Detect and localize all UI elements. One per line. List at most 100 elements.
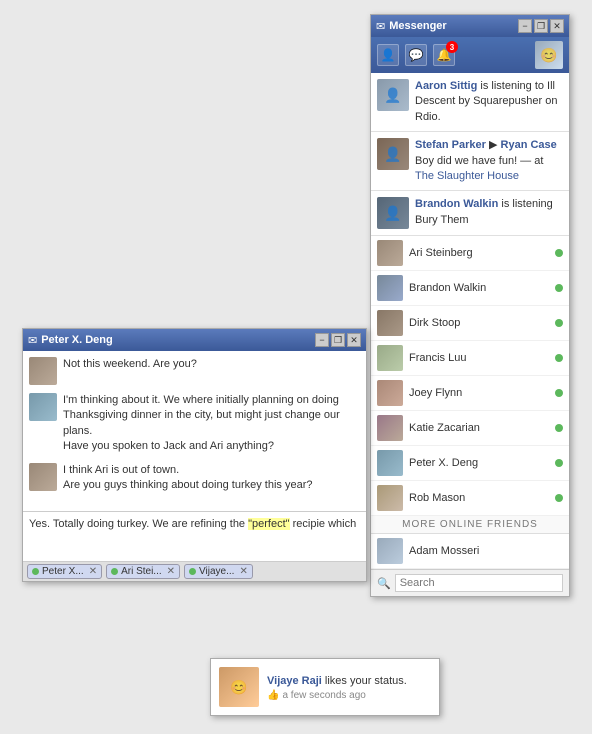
chat-avatar-1 <box>29 357 57 385</box>
chat-titlebar: ✉ Peter X. Deng − ❐ ✕ <box>23 329 366 351</box>
chat-restore-button[interactable]: ❐ <box>331 333 345 347</box>
friend-item-brandon-walkin[interactable]: Brandon Walkin <box>371 271 569 306</box>
notification-time: 👍 a few seconds ago <box>267 690 407 701</box>
notification-content: Vijaye Raji likes your status. 👍 a few s… <box>267 673 407 701</box>
notification-popup[interactable]: 😊 Vijaye Raji likes your status. 👍 a few… <box>210 658 440 716</box>
messenger-titlebar-controls: − ❐ ✕ <box>518 19 564 33</box>
dirk-name: Dirk Stoop <box>409 317 549 329</box>
ryan-name: Ryan Case <box>501 139 557 151</box>
chat-avatar-2 <box>29 393 57 421</box>
ari-tab-label: Ari Stei... <box>121 566 162 577</box>
chat-title-left: ✉ Peter X. Deng <box>28 334 113 347</box>
brandon-name: Brandon Walkin <box>415 198 498 210</box>
notification-icon-button[interactable]: 🔔 3 <box>433 44 455 66</box>
friend-item-joey[interactable]: Joey Flynn <box>371 376 569 411</box>
feed-item-aaron[interactable]: 👤 Aaron Sittig is listening to Ill Desce… <box>371 73 569 132</box>
notification-avatar: 😊 <box>219 667 259 707</box>
chat-message-3: I think Ari is out of town. Are you guys… <box>29 463 360 494</box>
chat-bubble-3: I think Ari is out of town. Are you guys… <box>63 463 312 494</box>
messenger-search-bar: 🔍 <box>371 569 569 596</box>
brandon-walkin-name: Brandon Walkin <box>409 282 549 294</box>
friend-item-ari[interactable]: Ari Steinberg <box>371 236 569 271</box>
chat-messages: Not this weekend. Are you? I'm thinking … <box>23 351 366 511</box>
ari-avatar <box>377 240 403 266</box>
joey-name: Joey Flynn <box>409 387 549 399</box>
dirk-avatar <box>377 310 403 336</box>
messenger-titlebar: ✉ Messenger − ❐ ✕ <box>371 15 569 37</box>
messenger-restore-button[interactable]: ❐ <box>534 19 548 33</box>
chat-tab-vijaye[interactable]: Vijaye... ✕ <box>184 564 253 579</box>
peter-tab-close[interactable]: ✕ <box>89 566 97 577</box>
aaron-feed-text: Aaron Sittig is listening to Ill Descent… <box>415 79 563 125</box>
messenger-minimize-button[interactable]: − <box>518 19 532 33</box>
stefan-face: 👤 <box>377 138 409 170</box>
rob-avatar <box>377 485 403 511</box>
vijaye-tab-close[interactable]: ✕ <box>239 566 247 577</box>
feed-item-stefan[interactable]: 👤 Stefan Parker ▶ Ryan Case Boy did we h… <box>371 132 569 191</box>
vijaye-tab-label: Vijaye... <box>199 566 234 577</box>
chat-minimize-button[interactable]: − <box>315 333 329 347</box>
aaron-face: 👤 <box>377 79 409 111</box>
people-icon-button[interactable]: 👤 <box>377 44 399 66</box>
ari-online-indicator <box>555 249 563 257</box>
chat-input-highlight: "perfect" <box>248 518 289 530</box>
chat-avatar-3 <box>29 463 57 491</box>
friend-item-peter[interactable]: Peter X. Deng <box>371 446 569 481</box>
chat-close-button[interactable]: ✕ <box>347 333 361 347</box>
notification-badge: 3 <box>446 41 458 53</box>
peter-tab-label: Peter X... <box>42 566 84 577</box>
peter-online-indicator <box>555 459 563 467</box>
peter-avatar <box>377 450 403 476</box>
messenger-title-text: Messenger <box>389 20 446 32</box>
adam-avatar <box>377 538 403 564</box>
friend-item-adam[interactable]: Adam Mosseri <box>371 534 569 569</box>
chat-message-2: I'm thinking about it. We where initiall… <box>29 393 360 455</box>
search-icon: 🔍 <box>377 577 391 590</box>
notification-timestamp: a few seconds ago <box>282 690 365 701</box>
peter-name: Peter X. Deng <box>409 457 549 469</box>
brandon-face: 👤 <box>377 197 409 229</box>
aaron-avatar: 👤 <box>377 79 409 111</box>
brandon-walkin-online-indicator <box>555 284 563 292</box>
katie-avatar <box>377 415 403 441</box>
search-input[interactable] <box>395 574 563 592</box>
chat-input[interactable]: Yes. Totally doing turkey. We are refini… <box>23 511 366 561</box>
brandon-walkin-avatar <box>377 275 403 301</box>
joey-online-indicator <box>555 389 563 397</box>
chat-bubble-2: I'm thinking about it. We where initiall… <box>63 393 360 455</box>
stefan-feed-text: Stefan Parker ▶ Ryan Case Boy did we hav… <box>415 138 563 184</box>
messenger-title-left: ✉ Messenger <box>376 20 447 33</box>
chat-tab-peter[interactable]: Peter X... ✕ <box>27 564 102 579</box>
people-icon: 👤 <box>381 48 396 62</box>
friend-item-francis[interactable]: Francis Luu <box>371 341 569 376</box>
brandon-feed-text: Brandon Walkin is listening Bury Them <box>415 197 563 229</box>
feed-item-brandon[interactable]: 👤 Brandon Walkin is listening Bury Them <box>371 191 569 236</box>
messenger-close-button[interactable]: ✕ <box>550 19 564 33</box>
stefan-avatar: 👤 <box>377 138 409 170</box>
chat-tabs: Peter X... ✕ Ari Stei... ✕ Vijaye... ✕ <box>23 561 366 581</box>
more-online-divider: MORE ONLINE FRIENDS <box>371 516 569 534</box>
slaughter-house-link[interactable]: The Slaughter House <box>415 170 519 182</box>
notification-user: Vijaye Raji <box>267 675 322 687</box>
katie-name: Katie Zacarian <box>409 422 549 434</box>
friends-list: Ari Steinberg Brandon Walkin Dirk Stoop … <box>371 236 569 516</box>
chat-icon-button[interactable]: 💬 <box>405 44 427 66</box>
user-avatar-top[interactable]: 😊 <box>535 41 563 69</box>
chat-message-1: Not this weekend. Are you? <box>29 357 360 385</box>
chat-icon: 💬 <box>409 48 424 62</box>
francis-online-indicator <box>555 354 563 362</box>
notif-face: 😊 <box>219 667 259 707</box>
aaron-name: Aaron Sittig <box>415 80 477 92</box>
ari-tab-close[interactable]: ✕ <box>167 566 175 577</box>
friend-item-rob[interactable]: Rob Mason <box>371 481 569 516</box>
friend-item-dirk[interactable]: Dirk Stoop <box>371 306 569 341</box>
notification-action: likes your status. <box>325 675 407 687</box>
user-avatar-face: 😊 <box>535 41 563 69</box>
messenger-logo-icon: ✉ <box>376 20 385 33</box>
messenger-icons-bar: 👤 💬 🔔 3 😊 <box>371 37 569 73</box>
chat-titlebar-controls: − ❐ ✕ <box>315 333 361 347</box>
notification-text: Vijaye Raji likes your status. <box>267 673 407 690</box>
ari-name: Ari Steinberg <box>409 247 549 259</box>
chat-tab-ari[interactable]: Ari Stei... ✕ <box>106 564 180 579</box>
friend-item-katie[interactable]: Katie Zacarian <box>371 411 569 446</box>
